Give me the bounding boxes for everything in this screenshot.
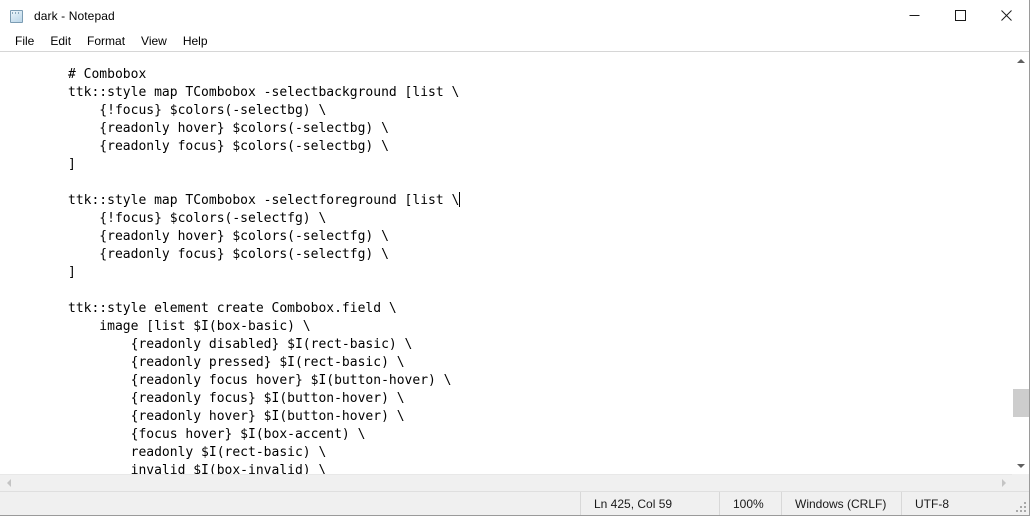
maximize-button[interactable]	[937, 0, 983, 31]
status-zoom-level[interactable]: 100%	[719, 492, 781, 515]
title-bar[interactable]: dark - Notepad	[0, 0, 1029, 31]
text-line: # Combobox	[68, 67, 147, 82]
text-line: ttk::style element create Combobox.field…	[68, 301, 397, 316]
maximize-icon	[954, 10, 966, 21]
close-icon	[1000, 10, 1012, 21]
chevron-up-icon	[1017, 58, 1025, 63]
text-caret	[459, 192, 461, 207]
chevron-right-icon	[1001, 479, 1006, 487]
text-line: {focus hover} $I(box-accent) \	[68, 427, 366, 442]
text-line: {!focus} $colors(-selectbg) \	[68, 103, 327, 118]
window-controls	[891, 0, 1029, 31]
horizontal-scrollbar[interactable]	[0, 474, 1012, 491]
minimize-button[interactable]	[891, 0, 937, 31]
menu-item-format[interactable]: Format	[79, 32, 133, 51]
text-line: {readonly hover} $colors(-selectbg) \	[68, 121, 389, 136]
notepad-icon	[9, 8, 25, 25]
text-line: {readonly focus} $colors(-selectbg) \	[68, 139, 389, 154]
text-line: ttk::style map TCombobox -selectbackgrou…	[68, 85, 460, 100]
text-line: ]	[68, 157, 76, 172]
text-line: {readonly pressed} $I(rect-basic) \	[68, 355, 405, 370]
status-encoding[interactable]: UTF-8	[901, 492, 1003, 515]
scroll-down-button[interactable]	[1013, 457, 1029, 474]
text-line: {readonly hover} $I(button-hover) \	[68, 409, 405, 424]
text-line: {readonly hover} $colors(-selectfg) \	[68, 229, 389, 244]
text-line: {readonly disabled} $I(rect-basic) \	[68, 337, 413, 352]
menu-item-file[interactable]: File	[7, 32, 42, 51]
text-line: image [list $I(box-basic) \	[68, 319, 311, 334]
text-line	[68, 174, 1012, 192]
editor-region: # Comboboxttk::style map TCombobox -sele…	[0, 51, 1029, 491]
text-line: invalid $I(box-invalid) \	[68, 463, 327, 474]
menu-item-edit[interactable]: Edit	[42, 32, 79, 51]
notepad-window: dark - Notepad File Edit Format View Hel…	[0, 0, 1030, 516]
chevron-left-icon	[6, 479, 11, 487]
menu-bar: File Edit Format View Help	[0, 31, 1029, 51]
title-bar-left: dark - Notepad	[0, 8, 891, 25]
minimize-icon	[909, 15, 919, 16]
status-cursor-position[interactable]: Ln 425, Col 59	[580, 492, 719, 515]
text-editor[interactable]: # Comboboxttk::style map TCombobox -sele…	[0, 52, 1012, 474]
text-line: ttk::style map TCombobox -selectforegrou…	[68, 192, 461, 208]
menu-item-help[interactable]: Help	[175, 32, 216, 51]
close-button[interactable]	[983, 0, 1029, 31]
scrollbar-corner	[1012, 474, 1029, 491]
vertical-scrollbar-thumb[interactable]	[1013, 389, 1029, 417]
text-line: ]	[68, 265, 76, 280]
text-line: {!focus} $colors(-selectfg) \	[68, 211, 327, 226]
resize-grip-icon[interactable]	[1003, 492, 1029, 515]
status-line-ending[interactable]: Windows (CRLF)	[781, 492, 901, 515]
document-text[interactable]: # Comboboxttk::style map TCombobox -sele…	[0, 66, 1012, 474]
status-bar-spacer	[0, 492, 580, 515]
window-title: dark - Notepad	[34, 8, 115, 23]
menu-item-view[interactable]: View	[133, 32, 175, 51]
text-line	[68, 282, 1012, 300]
vertical-scrollbar[interactable]	[1012, 52, 1029, 474]
text-line: {readonly focus} $colors(-selectfg) \	[68, 247, 389, 262]
scroll-right-button[interactable]	[995, 475, 1012, 491]
scroll-up-button[interactable]	[1013, 52, 1029, 69]
status-bar: Ln 425, Col 59 100% Windows (CRLF) UTF-8	[0, 491, 1029, 515]
chevron-down-icon	[1017, 463, 1025, 468]
vertical-scrollbar-track[interactable]	[1013, 69, 1029, 457]
text-line: {readonly focus} $I(button-hover) \	[68, 391, 405, 406]
text-line: {readonly focus hover} $I(button-hover) …	[68, 373, 452, 388]
scroll-left-button[interactable]	[0, 475, 17, 491]
text-line: readonly $I(rect-basic) \	[68, 445, 327, 460]
